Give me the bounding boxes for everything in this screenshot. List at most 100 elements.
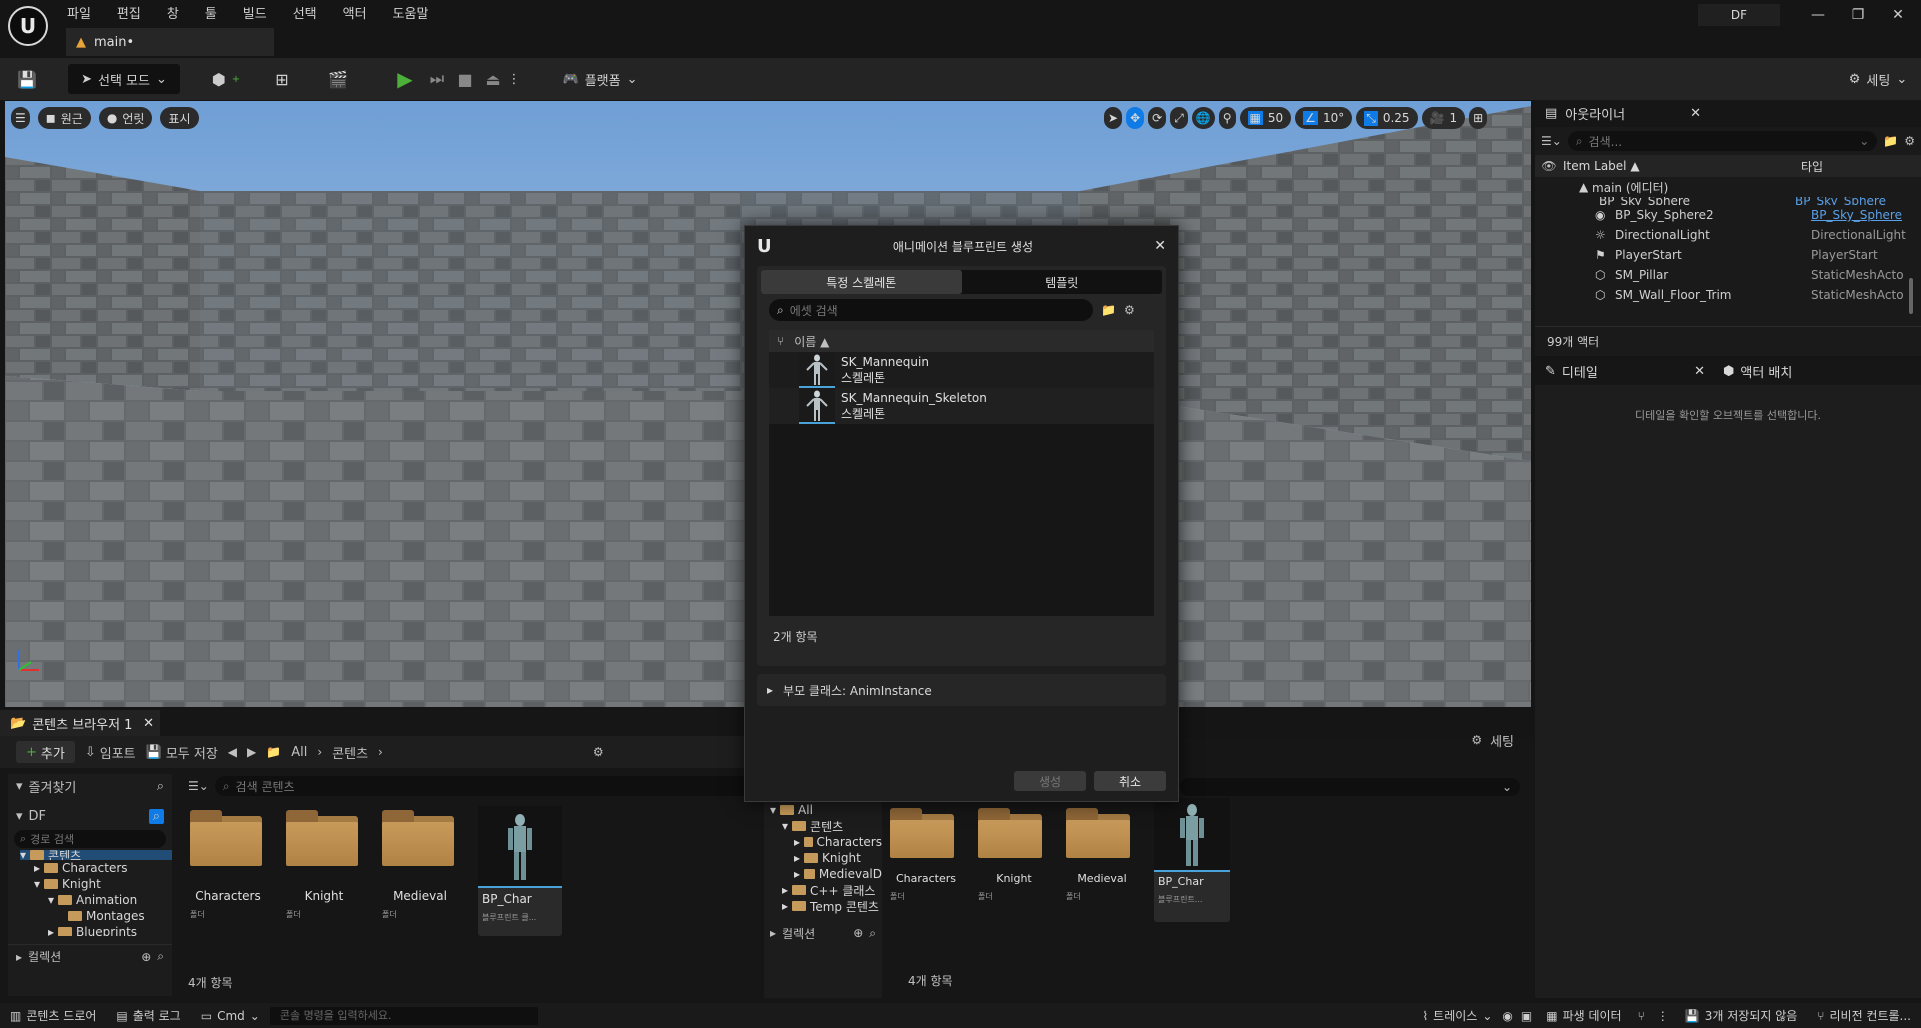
- revision-control-button[interactable]: ⑂ 리비전 컨트롤...: [1807, 1007, 1921, 1024]
- add-folder-icon[interactable]: 📁: [1883, 134, 1898, 148]
- select-mode-dropdown[interactable]: ➤ 선택 모드 ⌄: [68, 64, 180, 94]
- add-circle-icon[interactable]: ⊕: [141, 950, 151, 964]
- asset-tile-knight[interactable]: Knight 폴더: [286, 810, 362, 920]
- filter-icon[interactable]: ☰⌄: [188, 779, 209, 793]
- parent-class-expander[interactable]: ▸ 부모 클래스: AnimInstance: [757, 674, 1166, 706]
- forward-icon[interactable]: ▶: [247, 745, 256, 759]
- folder-icon[interactable]: 📁: [1101, 303, 1116, 317]
- tree-item-characters[interactable]: ▸ Characters: [770, 834, 882, 850]
- search-icon[interactable]: ⌕: [869, 926, 876, 941]
- viewport-menu-icon[interactable]: ☰: [11, 107, 30, 129]
- col-name[interactable]: 이름 ▲: [794, 333, 829, 350]
- blueprint-icon[interactable]: ⊞: [262, 64, 302, 94]
- col-item-label[interactable]: Item Label ▲: [1563, 159, 1801, 173]
- menu-build[interactable]: 빌드: [232, 3, 278, 27]
- add-circle-icon[interactable]: ⊕: [853, 926, 863, 940]
- cmd-dropdown[interactable]: ▭ Cmd ⌄: [191, 1009, 270, 1023]
- outliner-scrollbar[interactable]: [1909, 278, 1913, 314]
- details-tab[interactable]: ✎ 디테일 ✕: [1545, 362, 1705, 381]
- settings-dropdown[interactable]: ⚙ 세팅 ⌄: [1838, 64, 1918, 94]
- gear-icon[interactable]: ⚙: [1471, 733, 1482, 747]
- asset-tile-bp-char[interactable]: BP_Char 블루프린트...: [1154, 798, 1230, 922]
- tree-item-cpp[interactable]: ▸ C++ 클래스: [770, 882, 882, 898]
- table-row[interactable]: ⬡ SM_Wall_Floor_Trim StaticMeshActo: [1535, 285, 1921, 305]
- tree-item-knight[interactable]: ▾ Knight: [20, 876, 172, 892]
- close-icon[interactable]: ✕: [1694, 364, 1705, 379]
- outliner-search-input[interactable]: ⌕ 검색... ⌄: [1567, 131, 1878, 151]
- rotation-snap-button[interactable]: ∠ 10°: [1295, 107, 1353, 129]
- save-icon[interactable]: 💾: [12, 64, 42, 94]
- menu-file[interactable]: 파일: [56, 3, 102, 27]
- play-advance-icon[interactable]: ⏭: [425, 64, 449, 94]
- import-button[interactable]: ⇩ 임포트: [85, 743, 136, 762]
- surface-snap-icon[interactable]: ⚲: [1218, 107, 1236, 129]
- more-options-icon[interactable]: ⋮: [507, 64, 521, 94]
- add-button[interactable]: + 추가: [16, 741, 75, 763]
- source-control-icon[interactable]: ⑂: [1632, 1009, 1651, 1023]
- tree-item-characters[interactable]: ▸ Characters: [20, 860, 172, 876]
- asset-tile-bp-char[interactable]: BP_Char 블루프린트 클...: [478, 806, 562, 936]
- platforms-dropdown[interactable]: 🎮 플랫폼 ⌄: [560, 64, 640, 94]
- asset-tile-knight[interactable]: Knight 폴더: [978, 808, 1050, 902]
- project-label[interactable]: DF: [29, 809, 47, 824]
- favorites-label[interactable]: 즐겨찾기: [29, 777, 77, 796]
- menu-help[interactable]: 도움말: [382, 3, 440, 27]
- gear-icon[interactable]: ⚙: [1904, 134, 1915, 148]
- collections-label[interactable]: 컬렉션: [782, 925, 815, 942]
- table-row[interactable]: ⚑ PlayerStart PlayerStart: [1535, 245, 1921, 265]
- table-row[interactable]: ◉ BP_Sky_Sphere2 BP_Sky_Sphere: [1535, 205, 1921, 225]
- path-search-input[interactable]: ⌕ 경로 검색: [14, 830, 166, 848]
- close-icon[interactable]: ✕: [143, 716, 154, 731]
- unreal-logo[interactable]: U: [8, 6, 48, 46]
- menu-window[interactable]: 창: [156, 3, 190, 27]
- restore-button[interactable]: ❐: [1838, 4, 1878, 26]
- camera-speed-button[interactable]: 🎥 1: [1421, 107, 1466, 129]
- stop-icon[interactable]: ■: [453, 64, 477, 94]
- tree-item-content[interactable]: ▾ 콘텐츠: [770, 818, 882, 834]
- tab-template[interactable]: 템플릿: [962, 274, 1163, 291]
- table-row[interactable]: ⬡ SM_Pillar StaticMeshActo: [1535, 265, 1921, 285]
- visibility-icon[interactable]: 👁: [1535, 159, 1563, 173]
- asset-tile-medieval-dungeon[interactable]: Medieval Dungeon 폴더: [382, 810, 458, 920]
- tree-item-content[interactable]: ▾ 콘텐츠: [20, 850, 172, 860]
- list-item[interactable]: SK_Mannequin_Skeleton 스켈레톤: [769, 388, 1154, 424]
- table-row[interactable]: BP_Sky_Sphere BP_Sky_Sphere: [1535, 197, 1921, 205]
- close-window-button[interactable]: ✕: [1878, 4, 1918, 26]
- collections-label[interactable]: 컬렉션: [28, 948, 61, 965]
- outliner-root-row[interactable]: ▲ main (에디터): [1535, 177, 1921, 197]
- col-type[interactable]: 타입: [1801, 158, 1823, 175]
- breadcrumb-content[interactable]: 콘텐츠: [332, 743, 368, 762]
- content-search-input-2[interactable]: ⌄: [1180, 778, 1520, 796]
- show-button[interactable]: 표시: [160, 107, 199, 129]
- filter-icon[interactable]: ☰⌄: [1541, 134, 1562, 148]
- lit-mode-button[interactable]: ● 언릿: [98, 107, 153, 129]
- cancel-button[interactable]: 취소: [1094, 771, 1166, 791]
- grid-snap-button[interactable]: ▦ 50: [1239, 107, 1292, 129]
- select-tool-icon[interactable]: ➤: [1104, 107, 1123, 129]
- gear-icon[interactable]: ⚙: [1124, 303, 1135, 317]
- tree-item-animation[interactable]: ▾ Animation: [20, 892, 172, 908]
- trace-button[interactable]: ⌇ 트레이스 ⌄: [1416, 1007, 1498, 1024]
- screenshot-icon[interactable]: ▣: [1517, 1009, 1536, 1023]
- menu-edit[interactable]: 편집: [106, 3, 152, 27]
- menu-tools[interactable]: 툴: [194, 3, 228, 27]
- play-icon[interactable]: ▶: [393, 64, 417, 94]
- place-actors-tab[interactable]: ⬢ 액터 배치: [1723, 362, 1792, 381]
- breadcrumb-all[interactable]: All: [291, 745, 307, 760]
- output-log-button[interactable]: ▤ 출력 로그: [106, 1007, 190, 1024]
- outliner-tab[interactable]: ▤ 아웃라이너 ✕: [1535, 100, 1921, 127]
- world-space-icon[interactable]: 🌐: [1191, 107, 1215, 129]
- tree-item-temp[interactable]: ▸ Temp 콘텐츠: [770, 898, 882, 914]
- add-actor-icon[interactable]: ⬢ +: [206, 64, 246, 94]
- record-icon[interactable]: ◉: [1498, 1009, 1516, 1023]
- tree-item-medieval[interactable]: ▸ MedievalD: [770, 866, 882, 882]
- cinematics-icon[interactable]: 🎬: [318, 64, 358, 94]
- console-input[interactable]: 콘솔 명령을 입력하세요.: [269, 1006, 538, 1025]
- settings-label[interactable]: 세팅: [1490, 731, 1514, 750]
- scale-snap-button[interactable]: ⤡ 0.25: [1356, 107, 1418, 129]
- tree-item-montages[interactable]: Montages: [20, 908, 172, 924]
- more-options-icon[interactable]: ⋮: [1651, 1009, 1675, 1023]
- gear-icon[interactable]: ⚙: [593, 745, 604, 759]
- row-type[interactable]: BP_Sky_Sphere: [1811, 208, 1902, 222]
- asset-tile-characters[interactable]: Characters 폴더: [190, 810, 266, 920]
